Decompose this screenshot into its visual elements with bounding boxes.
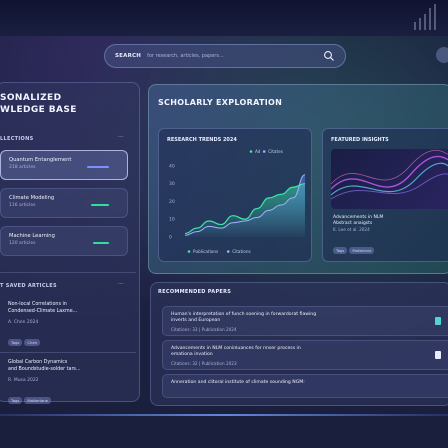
saved-article-title: Non-local Correlations in Condensed-Clima…	[8, 302, 78, 314]
tag-list: Tags Mattelane	[333, 237, 376, 256]
y-tick-label: 30	[169, 181, 175, 187]
legend-marker	[249, 150, 253, 153]
search-input[interactable]: for research, articles, papers...	[147, 53, 317, 59]
knowledge-base-title: SONALIZED WLEDGE BASE	[0, 93, 77, 115]
more-icon[interactable]: ···	[118, 134, 124, 141]
more-icon[interactable]: ···	[118, 281, 124, 288]
legend-label: Citates	[268, 149, 283, 154]
featured-insights-card[interactable]: FEATURED INSIGHTS Advancements in NLM Ab…	[322, 128, 448, 262]
research-trends-card[interactable]: RESEARCH TRENDS 2024 40 30 20 10 0 Ad Citates…	[158, 128, 312, 262]
topic-progress	[93, 242, 109, 244]
paper-item[interactable]: Advancements in NLM coninluances for nns…	[162, 340, 448, 370]
paper-title: Anneration and clitoral institute of cli…	[171, 380, 305, 385]
topic-label: Machine Learning	[9, 233, 55, 239]
topic-machine-learning[interactable]: Machine Learning 120 articles	[0, 226, 128, 256]
search-icon[interactable]	[323, 50, 335, 62]
saved-article-title: Global Carbon Dynamics and Boundstudie-so…	[8, 360, 81, 372]
tag[interactable]: Tags	[333, 247, 348, 254]
saved-articles-label: T SAVED ARTICLES	[0, 283, 57, 289]
paper-title: Human's interpretation of funch soening …	[171, 312, 317, 323]
search-label: SEARCH	[115, 53, 142, 59]
topic-count: 218 articles	[9, 165, 36, 170]
topic-quantum-entanglement[interactable]: Quantum Entanglement 218 articles	[0, 150, 128, 180]
paper-meta: Citations: 33 | Publication 2024	[171, 327, 237, 332]
saved-article[interactable]: Non-local Correlations in Condensed-Clima…	[0, 302, 128, 348]
insight-meta: K. Lee et al. 2024	[333, 227, 370, 232]
legend-label: Ad	[255, 149, 261, 154]
topic-label: Quantum Entanglement	[9, 157, 72, 163]
paper-meta: Citations: 32 | Publication 2023	[171, 361, 237, 366]
saved-article[interactable]: Global Carbon Dynamics and Boundstudie-so…	[0, 360, 128, 406]
insight-title: Advancements in NLM Abstract anaigsts	[333, 215, 384, 226]
search-bar[interactable]: SEARCH for research, articles, papers...	[104, 44, 346, 68]
topic-count: 116 articles	[9, 203, 36, 208]
legend-label: Publications	[193, 249, 218, 254]
topic-count: 120 articles	[9, 241, 36, 246]
y-tick-label: 40	[169, 163, 175, 169]
legend-label: Citations	[232, 249, 251, 254]
tag[interactable]: Tags	[8, 339, 23, 346]
bottom-glow	[0, 414, 448, 416]
tag-list: Tags Matterlane	[8, 387, 53, 406]
divider	[0, 272, 136, 273]
topic-progress	[87, 166, 109, 168]
tag[interactable]: Chen	[24, 339, 41, 346]
paper-item[interactable]: Anneration and clitoral institute of cli…	[162, 374, 448, 398]
legend-marker	[262, 150, 266, 153]
bookmark-icon[interactable]	[435, 351, 441, 359]
section-title: RECOMMENDED PAPERS	[158, 289, 232, 295]
y-tick-label: 10	[169, 217, 175, 223]
topic-climate-modeling[interactable]: Climate Modeling 116 articles	[0, 188, 128, 218]
y-tick-label: 0	[169, 235, 172, 241]
card-title: FEATURED INSIGHTS	[331, 137, 389, 143]
tag[interactable]: Matterlane	[24, 397, 52, 404]
panel-title: SCHOLARLY EXPLORATION	[158, 98, 283, 107]
profile-avatar[interactable]	[436, 47, 448, 63]
collections-label: LLECTIONS	[0, 136, 34, 142]
legend-marker	[187, 250, 191, 253]
legend-marker	[226, 250, 230, 253]
legend-bottom: Publications Citations	[187, 249, 251, 254]
saved-article-meta: R. Musa 2022	[8, 378, 39, 383]
bookmark-icon[interactable]	[435, 317, 441, 325]
topic-label: Climate Modeling	[9, 195, 55, 201]
insight-image	[331, 149, 448, 209]
tag[interactable]: Tags	[8, 397, 23, 404]
paper-title: Advancements in NLM coninluances for nns…	[171, 346, 301, 357]
signal-icon	[414, 4, 436, 30]
saved-article-meta: A. Chen 2024	[8, 320, 39, 325]
paper-item[interactable]: Human's interpretation of funch soening …	[162, 306, 448, 336]
top-bar	[0, 0, 448, 36]
divider	[0, 352, 136, 353]
tag[interactable]: Mattelane	[349, 247, 375, 254]
y-tick-label: 20	[169, 199, 175, 205]
topic-progress	[91, 204, 109, 206]
trend-chart: 40 30 20 10 0 Ad Citates Publications Citation…	[169, 149, 306, 254]
tag-list: Tags Chen	[8, 329, 42, 348]
legend-top: Ad Citates	[249, 149, 283, 154]
